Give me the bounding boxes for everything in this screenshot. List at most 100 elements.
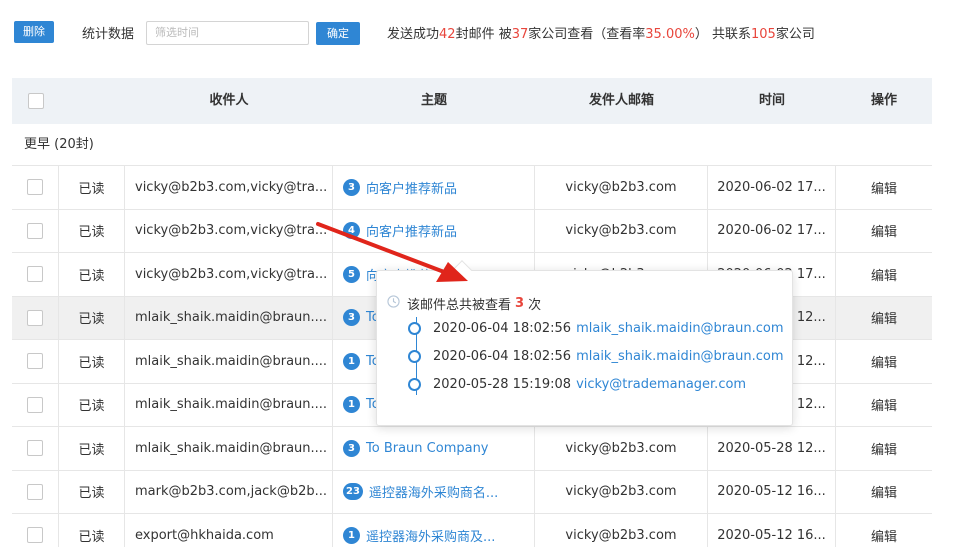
row-select-cell [12,253,59,296]
edit-button[interactable]: 编辑 [836,514,932,547]
view-count-badge[interactable]: 3 [343,178,360,196]
viewer-email[interactable]: vicky@trademanager.com [576,377,746,392]
send-summary: 发送成功42封邮件 被37家公司查看（查看率35.00%） 共联系105家公司 [387,23,815,42]
view-count-badge[interactable]: 3 [343,439,360,457]
popover-title-prefix: 该邮件总共被查看 [407,298,512,313]
subject-link[interactable]: To Braun Company [366,441,489,456]
recipients-cell: mlaik_shaik.maidin@braun.... [125,383,333,426]
view-count: 3 [515,296,525,311]
total-company-count: 105 [750,27,776,42]
sender-cell: vicky@b2b3.com [535,166,708,209]
row-select-cell [12,427,59,470]
row-select-cell [12,296,59,339]
read-status: 已读 [59,514,125,547]
view-count-badge[interactable]: 5 [343,265,360,283]
edit-button[interactable]: 编辑 [836,210,932,253]
table-header: 收件人 主题 发件人邮箱 时间 操作 [12,78,932,124]
view-time: 2020-05-28 15:19:08 [433,377,572,392]
popover-title: 该邮件总共被查看 3 次 [387,294,541,313]
view-history-popover: 该邮件总共被查看 3 次 2020-06-04 18:02:56 mlaik_sh… [376,270,793,426]
stats-label: 统计数据 [82,27,135,42]
view-count-badge[interactable]: 4 [343,222,360,240]
table-row[interactable]: 已读 mark@b2b3.com,jack@b2b... 23 遥控器海外采购商名..… [12,470,932,514]
subject-link[interactable]: 向客户推荐新品 [366,221,457,240]
subject-cell[interactable]: 3 To Braun Company [333,427,535,470]
recipients-cell: mlaik_shaik.maidin@braun.... [125,340,333,383]
subject-cell[interactable]: 3 向客户推荐新品 [333,166,535,209]
subject-cell[interactable]: 23 遥控器海外采购商名... [333,470,535,513]
view-count-badge[interactable]: 23 [343,483,363,501]
row-select-cell [12,340,59,383]
sender-cell: vicky@b2b3.com [535,427,708,470]
timeline-entry: 2020-06-04 18:02:56 mlaik_shaik.maidin@br… [408,321,784,336]
subject-cell[interactable]: 1 遥控器海外采购商及... [333,514,535,547]
recipients-cell: mark@b2b3.com,jack@b2b... [125,470,333,513]
header-sender[interactable]: 发件人邮箱 [535,78,708,124]
view-count-badge[interactable]: 1 [343,352,360,370]
subject-link[interactable]: 向客户推荐新品 [366,178,457,197]
edit-button[interactable]: 编辑 [836,253,932,296]
recipients-cell: vicky@b2b3.com,vicky@tra... [125,209,333,252]
edit-button[interactable]: 编辑 [836,297,932,340]
time-cell: 2020-05-12 16... [708,470,836,513]
timeline-entry: 2020-06-04 18:02:56 mlaik_shaik.maidin@br… [408,349,784,364]
summary-text: 封邮件 被 [455,27,512,42]
row-select-cell [12,514,59,547]
group-label: 更早 (20封) [12,124,932,166]
sent-count: 42 [439,27,456,42]
viewer-email[interactable]: mlaik_shaik.maidin@braun.com [576,349,783,364]
edit-button[interactable]: 编辑 [836,166,932,209]
summary-text: ） 共联系 [694,27,751,42]
row-checkbox[interactable] [27,309,43,326]
subject-link[interactable]: 遥控器海外采购商及... [366,526,495,545]
edit-button[interactable]: 编辑 [836,384,932,427]
table-row[interactable]: 已读 vicky@b2b3.com,vicky@tra... 4 向客户推荐新品 vic… [12,209,932,253]
header-time[interactable]: 时间 [708,78,836,124]
row-select-cell [12,166,59,209]
row-checkbox[interactable] [27,396,43,413]
select-all-checkbox[interactable] [27,93,44,109]
row-checkbox[interactable] [27,353,43,370]
summary-text: 家公司查看（查看率 [528,27,646,42]
subject-link[interactable]: 遥控器海外采购商名... [369,482,498,501]
view-count-badge[interactable]: 3 [343,309,360,327]
row-checkbox[interactable] [27,440,43,457]
table-row[interactable]: 已读 export@hkhaida.com 1 遥控器海外采购商及... vicky@b… [12,514,932,547]
timeline-dot-icon [408,378,421,391]
row-checkbox[interactable] [27,527,43,544]
table-row[interactable]: 已读mlaik_shaik.maidin@braun.... 3 To Braun … [12,427,932,471]
row-checkbox[interactable] [27,266,43,283]
header-subject[interactable]: 主题 [333,78,535,124]
read-status: 已读 [59,209,125,252]
view-rate: 35.00% [645,27,695,42]
header-recipients[interactable]: 收件人 [125,78,333,124]
view-count-badge[interactable]: 1 [343,526,360,544]
table-row[interactable]: 已读 vicky@b2b3.com,vicky@tra... 3 向客户推荐新品 vic… [12,166,932,210]
read-status: 已读 [59,296,125,339]
read-status: 已读 [59,253,125,296]
edit-button[interactable]: 编辑 [836,427,932,470]
edit-button[interactable]: 编辑 [836,471,932,514]
view-time: 2020-06-04 18:02:56 [433,321,572,336]
subject-cell[interactable]: 4 向客户推荐新品 [333,209,535,252]
confirm-button[interactable]: 确定 [316,22,360,45]
row-select-cell [12,209,59,252]
sender-cell: vicky@b2b3.com [535,209,708,252]
read-status: 已读 [59,340,125,383]
row-checkbox[interactable] [27,483,43,500]
view-count-badge[interactable]: 1 [343,396,360,414]
time-cell: 2020-06-02 17... [708,166,836,209]
recipients-cell: vicky@b2b3.com,vicky@tra... [125,166,333,209]
header-actions: 操作 [870,93,897,108]
delete-button[interactable]: 删除 [14,21,54,43]
view-time: 2020-06-04 18:02:56 [433,349,572,364]
row-checkbox[interactable] [27,179,43,196]
viewed-company-count: 37 [511,27,529,42]
timeline-entry: 2020-05-28 15:19:08 vicky@trademanager.co… [408,377,746,392]
row-checkbox[interactable] [27,222,43,239]
viewer-email[interactable]: mlaik_shaik.maidin@braun.com [576,321,783,336]
select-all-cell [12,78,59,124]
date-filter-input[interactable]: 筛选时间 [146,21,309,45]
edit-button[interactable]: 编辑 [836,340,932,383]
timeline-dot-icon [408,350,421,363]
